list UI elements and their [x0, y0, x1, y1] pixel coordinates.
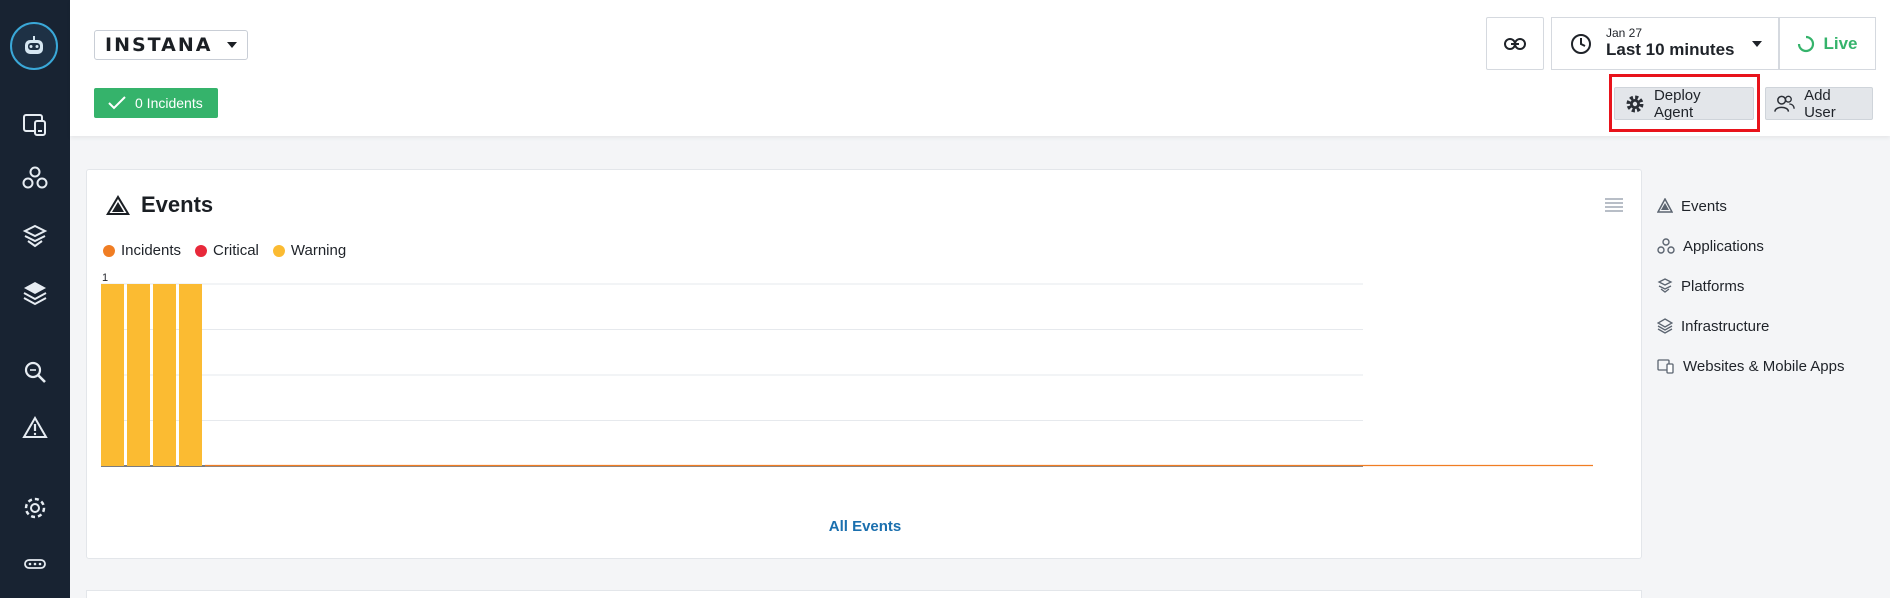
settings-gear-icon	[24, 497, 46, 519]
sidenav-item-infrastructure[interactable]: Infrastructure	[1657, 306, 1877, 346]
add-user-label: Add User	[1804, 86, 1836, 121]
chart-legend: Incidents Critical Warning	[103, 242, 360, 259]
rail-events[interactable]	[0, 408, 70, 448]
sidenav-item-websites-mobile-apps[interactable]: Websites & Mobile Apps	[1657, 346, 1877, 386]
card-header: Events	[105, 192, 213, 218]
tenant-selector[interactable]: INSTANA	[94, 30, 248, 60]
websites-mobile-apps-icon	[1657, 359, 1674, 374]
events-warning-icon	[22, 416, 48, 438]
chevron-down-icon	[227, 42, 237, 48]
legend-item-critical[interactable]: Critical	[195, 242, 259, 259]
infrastructure-icon	[23, 282, 47, 306]
rail-analytics[interactable]	[0, 352, 70, 392]
sidenav-label: Events	[1681, 197, 1727, 215]
applications-icon	[22, 166, 48, 189]
rail-settings[interactable]	[0, 488, 70, 528]
sidenav-label: Infrastructure	[1681, 317, 1770, 335]
chart-bar	[179, 284, 202, 466]
legend-label: Critical	[213, 242, 259, 259]
rail-applications[interactable]	[0, 158, 70, 198]
users-icon	[1774, 95, 1795, 112]
chart-bar	[101, 284, 124, 466]
warning-triangle-icon	[1657, 198, 1673, 213]
left-navigation-rail	[0, 0, 70, 598]
infrastructure-icon	[1657, 318, 1673, 334]
legend-dot	[195, 244, 208, 257]
link-icon	[1504, 37, 1526, 50]
sidenav-label: Websites & Mobile Apps	[1683, 357, 1845, 375]
time-range-label: Last 10 minutes	[1606, 40, 1735, 59]
legend-item-warning[interactable]: Warning	[272, 242, 347, 259]
applications-icon	[1657, 238, 1675, 254]
more-ellipsis-icon	[24, 559, 46, 569]
deploy-agent-label: Deploy Agent	[1653, 86, 1701, 121]
legend-label: Incidents	[121, 242, 182, 259]
chart-bar	[127, 284, 150, 466]
rail-websites-mobile-apps[interactable]	[0, 104, 70, 144]
events-chart: 115:40:1015:41:1015:42:1015:43:1015:44:1…	[101, 272, 1593, 467]
incidents-badge[interactable]: 0 Incidents	[94, 88, 218, 118]
legend-dot	[272, 244, 285, 257]
warning-triangle-icon	[106, 195, 130, 215]
websites-mobile-apps-icon	[23, 114, 46, 136]
robot-logo-icon	[25, 36, 43, 54]
deploy-agent-button[interactable]: Deploy Agent	[1614, 86, 1754, 121]
sidenav-label: Applications	[1683, 237, 1764, 255]
card-menu-icon[interactable]	[1605, 198, 1623, 212]
instana-logo[interactable]	[10, 22, 58, 70]
platforms-icon	[22, 224, 48, 248]
y-max-label: 1	[102, 272, 108, 284]
platforms-icon	[1657, 278, 1673, 293]
section-navigation: Events Applications Platforms Infrastruc…	[1657, 186, 1877, 386]
chart-bar	[153, 284, 176, 466]
gear-icon	[1626, 95, 1644, 112]
legend-label: Warning	[290, 242, 347, 259]
clock-icon	[1571, 33, 1591, 54]
rail-more[interactable]	[0, 544, 70, 584]
legend-item-incidents[interactable]: Incidents	[103, 242, 181, 259]
time-date: Jan 27	[1606, 26, 1643, 40]
time-range-text: Jan 27 Last 10 minutes	[1606, 27, 1735, 60]
live-spinner-icon	[1798, 35, 1815, 52]
add-user-button[interactable]: Add User	[1765, 86, 1873, 121]
events-card: Events Incidents Critical Warning 115:40…	[86, 169, 1642, 559]
live-label: Live	[1823, 33, 1858, 53]
sidenav-item-events[interactable]: Events	[1657, 186, 1877, 226]
live-button[interactable]: Live	[1779, 17, 1876, 70]
sidenav-item-platforms[interactable]: Platforms	[1657, 266, 1877, 306]
card-title: Events	[141, 192, 214, 217]
incidents-label: 0 Incidents	[135, 95, 203, 111]
rail-platforms[interactable]	[0, 216, 70, 256]
chevron-down-icon	[1752, 40, 1762, 47]
sidenav-label: Platforms	[1681, 277, 1745, 295]
sidenav-item-applications[interactable]: Applications	[1657, 226, 1877, 266]
time-range-picker[interactable]: Jan 27 Last 10 minutes	[1551, 17, 1779, 70]
copy-link-button[interactable]	[1486, 17, 1544, 70]
checkmark-icon	[108, 96, 126, 110]
all-events-link[interactable]: All Events	[87, 518, 1643, 535]
brand-name: INSTANA	[105, 34, 213, 56]
legend-dot	[103, 244, 115, 257]
secondary-card	[86, 590, 1642, 598]
rail-infrastructure[interactable]	[0, 273, 70, 313]
analytics-search-icon	[24, 361, 46, 383]
